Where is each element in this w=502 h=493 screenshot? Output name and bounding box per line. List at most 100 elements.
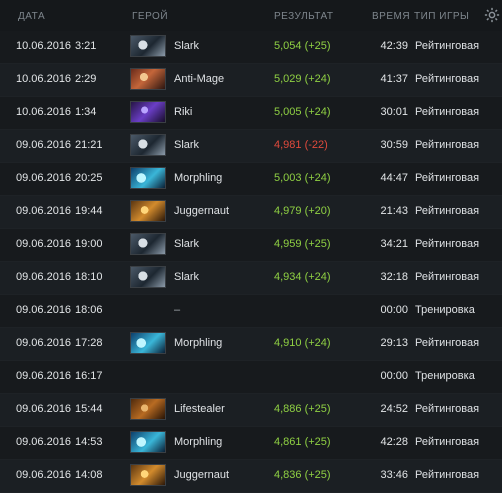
match-date: 09.06.2016 [16,436,72,448]
hero-portrait-image [131,135,165,155]
match-row[interactable]: 10.06.2016 3:21 Slark 5,054 (+25) 42:39 Рейти… [0,31,502,64]
match-date: 09.06.2016 [16,370,72,382]
match-start-time: 17:28 [75,337,103,349]
match-start-time: 14:08 [75,469,103,481]
match-result: 4,981 (-22) [274,139,328,151]
match-duration: 30:59 [380,139,408,151]
match-history-panel: ДАТА ГЕРОЙ РЕЗУЛЬТАТ ВРЕМЯ ТИП ИГРЫ 10.0… [0,0,502,493]
hero-portrait-morphling[interactable] [130,332,166,354]
match-row[interactable]: 09.06.2016 19:44 Juggernaut 4,979 (+20) 21:4… [0,196,502,229]
match-result: 4,836 (+25) [274,469,331,481]
match-result: 5,005 (+24) [274,106,331,118]
hero-portrait-juggernaut[interactable] [130,464,166,486]
match-result: 5,003 (+24) [274,172,331,184]
match-row[interactable]: 09.06.2016 18:10 Slark 4,934 (+24) 32:18 Рейт… [0,262,502,295]
hero-portrait-slark[interactable] [130,233,166,255]
hero-portrait-image [131,69,165,89]
hero-portrait-slark[interactable] [130,35,166,57]
match-duration: 21:43 [380,205,408,217]
column-header-game-type[interactable]: ТИП ИГРЫ [414,11,469,22]
hero-portrait-image [131,102,165,122]
hero-portrait-juggernaut[interactable] [130,200,166,222]
match-duration: 41:37 [380,73,408,85]
match-date: 09.06.2016 [16,403,72,415]
match-result: 4,979 (+20) [274,205,331,217]
match-game-type: Рейтинговая [415,139,480,151]
gear-icon[interactable] [483,6,501,24]
hero-portrait-image [131,333,165,353]
hero-name: Juggernaut [174,205,230,217]
match-result: 4,910 (+24) [274,337,331,349]
hero-portrait-image [131,168,165,188]
match-date: 09.06.2016 [16,304,72,316]
match-game-type: Рейтинговая [415,205,480,217]
match-game-type: Рейтинговая [415,337,480,349]
match-date: 09.06.2016 [16,205,72,217]
match-game-type: Рейтинговая [415,40,480,52]
match-duration: 42:39 [380,40,408,52]
hero-portrait-slark[interactable] [130,266,166,288]
match-start-time: 15:44 [75,403,103,415]
match-row[interactable]: 10.06.2016 2:29 Anti-Mage 5,029 (+24) 41:37 Р… [0,64,502,97]
hero-name: Slark [174,139,200,151]
column-header-duration[interactable]: ВРЕМЯ [372,11,410,22]
match-start-time: 18:06 [75,304,103,316]
hero-portrait-slark[interactable] [130,134,166,156]
match-game-type: Тренировка [415,370,475,382]
match-start-time: 21:21 [75,139,103,151]
column-header-date[interactable]: ДАТА [18,11,45,22]
match-row[interactable]: 09.06.2016 20:25 Morphling 5,003 (+24) 44:47… [0,163,502,196]
match-start-time: 3:21 [75,40,97,52]
match-start-time: 19:00 [75,238,103,250]
hero-name: Slark [174,40,200,52]
match-row[interactable]: 09.06.2016 18:06 – 00:00 Тренировка [0,295,502,328]
match-start-time: 2:29 [75,73,97,85]
match-row[interactable]: 09.06.2016 14:53 Morphling 4,861 (+25) 42:28… [0,427,502,460]
hero-name: Anti-Mage [174,73,225,85]
column-header-hero[interactable]: ГЕРОЙ [132,11,168,22]
hero-name: Lifestealer [174,403,225,415]
match-row[interactable]: 10.06.2016 1:34 Riki 5,005 (+24) 30:01 Рейтин… [0,97,502,130]
hero-name: Slark [174,238,200,250]
match-start-time: 1:34 [75,106,97,118]
match-row[interactable]: 09.06.2016 21:21 Slark 4,981 (-22) 30:59 Рейт… [0,130,502,163]
match-result: 4,861 (+25) [274,436,331,448]
column-header-result[interactable]: РЕЗУЛЬТАТ [274,11,333,22]
match-date: 09.06.2016 [16,337,72,349]
match-start-time: 18:10 [75,271,103,283]
match-game-type: Рейтинговая [415,106,480,118]
match-result: 4,886 (+25) [274,403,331,415]
match-duration: 00:00 [380,370,408,382]
match-duration: 42:28 [380,436,408,448]
match-row[interactable]: 09.06.2016 19:00 Slark 4,959 (+25) 34:21 Рейт… [0,229,502,262]
match-game-type: Рейтинговая [415,73,480,85]
hero-portrait-morphling[interactable] [130,431,166,453]
match-start-time: 14:53 [75,436,103,448]
hero-portrait-image [131,399,165,419]
hero-portrait-riki[interactable] [130,101,166,123]
match-game-type: Рейтинговая [415,238,480,250]
match-row[interactable]: 09.06.2016 16:17 00:00 Тренировка [0,361,502,394]
match-date: 09.06.2016 [16,469,72,481]
match-date: 10.06.2016 [16,106,72,118]
match-duration: 00:00 [380,304,408,316]
match-date: 09.06.2016 [16,172,72,184]
match-row[interactable]: 09.06.2016 14:08 Juggernaut 4,836 (+25) 33:4… [0,460,502,493]
match-start-time: 20:25 [75,172,103,184]
match-date: 10.06.2016 [16,73,72,85]
hero-name: Morphling [174,337,223,349]
match-duration: 24:52 [380,403,408,415]
match-result: 5,054 (+25) [274,40,331,52]
hero-portrait-antimage[interactable] [130,68,166,90]
match-row[interactable]: 09.06.2016 17:28 Morphling 4,910 (+24) 29:13… [0,328,502,361]
match-game-type: Рейтинговая [415,436,480,448]
table-header: ДАТА ГЕРОЙ РЕЗУЛЬТАТ ВРЕМЯ ТИП ИГРЫ [0,0,502,33]
hero-name: Slark [174,271,200,283]
match-row[interactable]: 09.06.2016 15:44 Lifestealer 4,886 (+25) 24:… [0,394,502,427]
match-duration: 30:01 [380,106,408,118]
match-result: 4,934 (+24) [274,271,331,283]
hero-name: Morphling [174,172,223,184]
match-duration: 33:46 [380,469,408,481]
hero-portrait-morphling[interactable] [130,167,166,189]
hero-portrait-lifestealer[interactable] [130,398,166,420]
